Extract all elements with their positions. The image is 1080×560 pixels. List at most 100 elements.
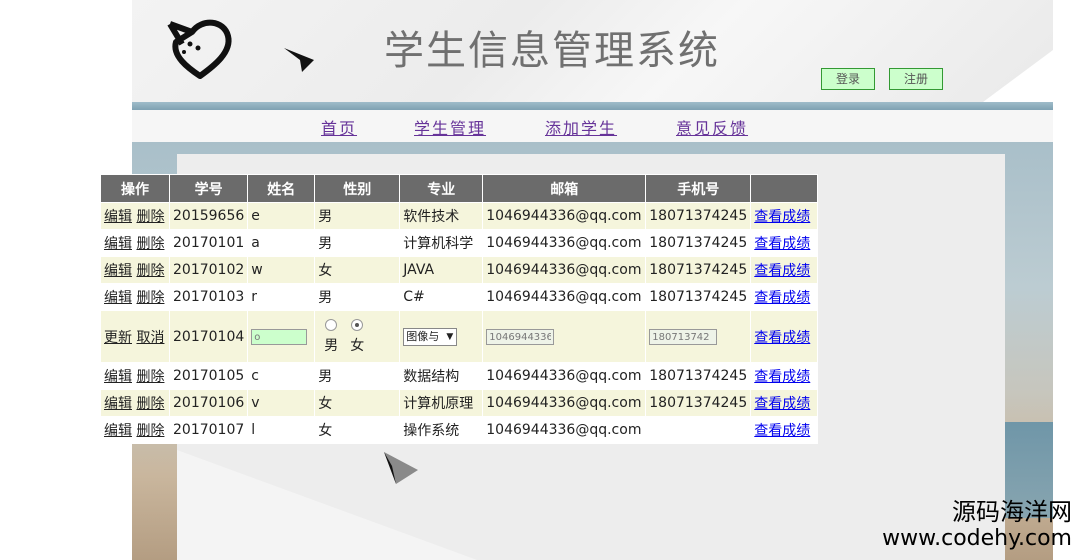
col-header-phone: 手机号: [645, 174, 752, 203]
cell-gender: 女: [314, 256, 401, 284]
cell-phone: 18071374245: [645, 389, 752, 417]
action-cell: 编辑 删除: [100, 283, 170, 311]
nav-bar: 首页 学生管理 添加学生 意见反馈: [132, 110, 1053, 142]
gender-female-radio[interactable]: [351, 318, 364, 331]
watermark-line1: 源码海洋网: [952, 498, 1072, 526]
header: 学生信息管理系统 登录 注册: [132, 0, 1053, 102]
score-cell: 查看成绩: [750, 416, 819, 444]
table-row: 编辑 删除 20170106 v 女 计算机原理 1046944336@qq.c…: [100, 389, 819, 417]
cell-gender: 男: [314, 202, 401, 230]
student-table: 操作 学号 姓名 性别 专业 邮箱 手机号 编辑 删除 20159656 e 男…: [100, 174, 819, 444]
cell-id: 20170101: [168, 229, 249, 257]
gender-female-label: 女: [350, 337, 365, 354]
major-select-value: 图像与: [406, 329, 440, 343]
delete-link[interactable]: 删除: [136, 396, 164, 412]
score-cell: 查看成绩: [750, 310, 819, 363]
view-score-link[interactable]: 查看成绩: [754, 290, 810, 306]
watermark: 源码海洋网 www.codehy.com: [882, 498, 1072, 552]
view-score-link[interactable]: 查看成绩: [754, 263, 810, 279]
edit-link[interactable]: 编辑: [104, 369, 132, 385]
table-row: 编辑 删除 20170101 a 男 计算机科学 1046944336@qq.c…: [100, 229, 819, 257]
cell-major: 计算机科学: [399, 229, 484, 257]
page-title: 学生信息管理系统: [384, 28, 720, 74]
dropdown-caret-icon: ▼: [446, 331, 454, 342]
nav-item-feedback[interactable]: 意见反馈: [676, 115, 748, 139]
cell-major: 数据结构: [399, 362, 484, 390]
cell-phone: 18071374245: [645, 256, 752, 284]
cancel-link[interactable]: 取消: [136, 330, 164, 346]
cell-phone: 18071374245: [645, 229, 752, 257]
edit-link[interactable]: 编辑: [104, 263, 132, 279]
cell-major: JAVA: [399, 256, 484, 284]
action-cell: 编辑 删除: [100, 202, 170, 230]
header-divider: [132, 102, 1053, 110]
email-input[interactable]: [486, 329, 555, 346]
col-header-score: [750, 174, 819, 203]
view-score-link[interactable]: 查看成绩: [754, 369, 810, 385]
cell-name: v: [247, 389, 316, 417]
table-header-row: 操作 学号 姓名 性别 专业 邮箱 手机号: [100, 174, 819, 203]
cell-name: l: [247, 416, 316, 444]
edit-link[interactable]: 编辑: [104, 290, 132, 306]
edit-link[interactable]: 编辑: [104, 396, 132, 412]
delete-link[interactable]: 删除: [136, 369, 164, 385]
nav-item-home[interactable]: 首页: [321, 115, 357, 139]
nav-item-add-student[interactable]: 添加学生: [545, 115, 617, 139]
cell-id: 20159656: [168, 202, 249, 230]
action-cell: 编辑 删除: [100, 229, 170, 257]
delete-link[interactable]: 删除: [136, 236, 164, 252]
gender-female-option[interactable]: 女: [350, 318, 365, 355]
cell-major: 操作系统: [399, 416, 484, 444]
cell-id: 20170107: [168, 416, 249, 444]
register-button[interactable]: 注册: [889, 68, 943, 90]
nav-item-student-manage[interactable]: 学生管理: [414, 115, 486, 139]
delete-link[interactable]: 删除: [136, 423, 164, 439]
login-button[interactable]: 登录: [821, 68, 875, 90]
edit-link[interactable]: 编辑: [104, 209, 132, 225]
table-row: 编辑 删除 20170107 l 女 操作系统 1046944336@qq.co…: [100, 416, 819, 444]
cell-email-edit: [482, 310, 647, 363]
score-cell: 查看成绩: [750, 229, 819, 257]
cell-gender: 女: [314, 416, 401, 444]
gender-male-radio[interactable]: [325, 318, 338, 331]
score-cell: 查看成绩: [750, 202, 819, 230]
cell-name: r: [247, 283, 316, 311]
action-cell: 编辑 删除: [100, 416, 170, 444]
delete-link[interactable]: 删除: [136, 263, 164, 279]
score-cell: 查看成绩: [750, 283, 819, 311]
view-score-link[interactable]: 查看成绩: [754, 423, 810, 439]
cell-email: 1046944336@qq.com: [482, 283, 647, 311]
decorative-arrow-icon: [384, 452, 418, 484]
cell-phone: [645, 416, 752, 444]
col-header-gender: 性别: [314, 174, 401, 203]
name-input[interactable]: [251, 329, 308, 346]
major-select[interactable]: 图像与 ▼: [403, 327, 458, 346]
col-header-name: 姓名: [247, 174, 316, 203]
update-link[interactable]: 更新: [104, 330, 132, 346]
gender-male-option[interactable]: 男: [324, 318, 338, 355]
table-row: 编辑 删除 20170102 w 女 JAVA 1046944336@qq.co…: [100, 256, 819, 284]
col-header-id: 学号: [168, 174, 249, 203]
view-score-link[interactable]: 查看成绩: [754, 396, 810, 412]
edit-link[interactable]: 编辑: [104, 236, 132, 252]
col-header-email: 邮箱: [482, 174, 647, 203]
edit-link[interactable]: 编辑: [104, 423, 132, 439]
cell-phone: 18071374245: [645, 283, 752, 311]
cell-major: 软件技术: [399, 202, 484, 230]
score-cell: 查看成绩: [750, 256, 819, 284]
cell-name: a: [247, 229, 316, 257]
view-score-link[interactable]: 查看成绩: [754, 209, 810, 225]
cell-email: 1046944336@qq.com: [482, 202, 647, 230]
table-row: 编辑 删除 20170103 r 男 C# 1046944336@qq.com …: [100, 283, 819, 311]
delete-link[interactable]: 删除: [136, 290, 164, 306]
table-row-editing: 更新 取消 20170104 男女 图像与 ▼ 查看成绩: [100, 310, 819, 363]
phone-input[interactable]: [649, 329, 718, 346]
view-score-link[interactable]: 查看成绩: [754, 330, 810, 346]
cell-email: 1046944336@qq.com: [482, 416, 647, 444]
action-cell: 更新 取消: [100, 310, 170, 363]
delete-link[interactable]: 删除: [136, 209, 164, 225]
view-score-link[interactable]: 查看成绩: [754, 236, 810, 252]
cell-name-edit: [247, 310, 316, 363]
cell-gender: 男: [314, 229, 401, 257]
cell-gender-edit: 男女: [314, 310, 401, 363]
